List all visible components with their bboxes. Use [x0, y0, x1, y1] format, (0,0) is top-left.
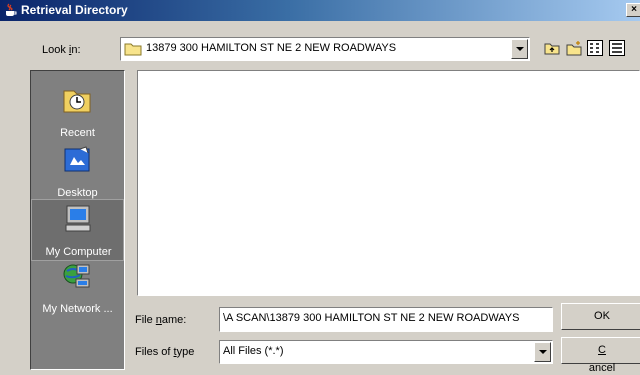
files-of-type-value: All Files (*.*)	[223, 345, 284, 357]
ok-button[interactable]: OK	[561, 303, 640, 330]
place-recent-label: Recent	[60, 127, 95, 139]
place-desktop-label: Desktop	[57, 187, 98, 199]
cancel-button[interactable]: Cancel	[561, 337, 640, 374]
place-my-network[interactable]: My Network ...	[31, 257, 124, 319]
recent-clock-icon	[63, 90, 91, 113]
place-recent[interactable]: Recent	[31, 81, 124, 143]
network-icon	[63, 264, 90, 288]
list-view-icon[interactable]	[587, 40, 603, 56]
place-my-computer[interactable]: My Computer	[31, 199, 124, 261]
file-name-input[interactable]: \A SCAN\13879 300 HAMILTON ST NE 2 NEW R…	[219, 307, 553, 332]
look-in-label: Look in:	[42, 44, 81, 56]
desktop-icon	[64, 146, 90, 172]
details-view-icon[interactable]	[609, 40, 625, 56]
file-list[interactable]	[137, 70, 640, 296]
places-bar: Recent Desktop My Computer My Network ..…	[30, 70, 125, 370]
computer-icon	[65, 205, 91, 232]
files-of-type-combo[interactable]: All Files (*.*)	[219, 340, 553, 364]
java-cup-icon	[6, 3, 17, 16]
look-in-dropdown-button[interactable]	[511, 39, 528, 59]
look-in-value: 13879 300 HAMILTON ST NE 2 NEW ROADWAYS	[146, 42, 397, 54]
place-my-network-label: My Network ...	[42, 303, 113, 315]
close-button[interactable]: ×	[626, 3, 640, 17]
folder-icon	[124, 43, 142, 56]
up-one-level-icon[interactable]	[544, 40, 560, 56]
files-of-type-dropdown-button[interactable]	[534, 342, 551, 362]
title-bar: Retrieval Directory ×	[0, 0, 640, 21]
new-folder-icon[interactable]	[566, 40, 582, 56]
look-in-combo[interactable]: 13879 300 HAMILTON ST NE 2 NEW ROADWAYS	[120, 37, 530, 61]
place-desktop[interactable]: Desktop	[31, 141, 124, 203]
file-name-label: File name:	[135, 314, 187, 326]
window-title: Retrieval Directory	[21, 3, 128, 17]
close-icon: ×	[631, 4, 637, 15]
files-of-type-label: Files of type	[135, 346, 195, 358]
